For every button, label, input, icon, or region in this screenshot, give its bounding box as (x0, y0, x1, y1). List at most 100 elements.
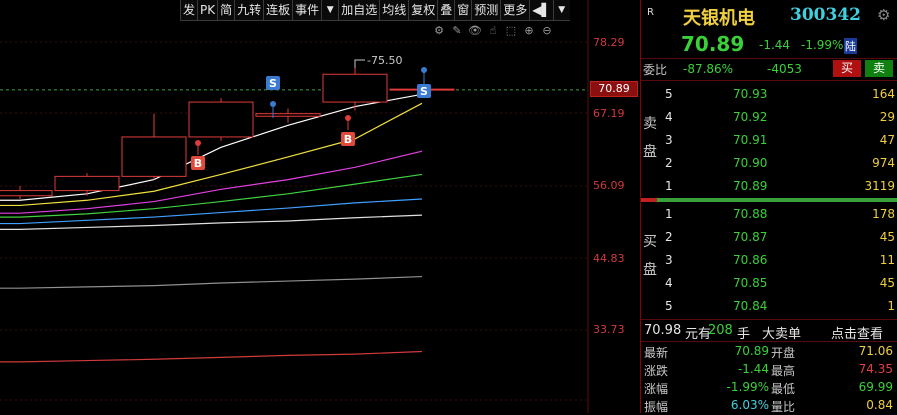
separator (641, 80, 897, 81)
tb-events-button[interactable]: 事件 (292, 0, 322, 21)
buy-button[interactable]: 买 (833, 60, 861, 77)
sell-marker-dot (421, 67, 427, 73)
sell-marker-dot (270, 101, 276, 107)
y-tick-label: 44.83 (593, 252, 625, 265)
y-tick-label: 67.19 (593, 107, 625, 120)
stat-value: 69.99 (858, 380, 893, 394)
gear-icon[interactable]: ⚙ (877, 6, 890, 24)
tb-ninturn-button[interactable]: 九转 (234, 0, 264, 21)
stat-label: 最低 (771, 382, 796, 396)
candle-body (255, 113, 321, 117)
zoom-out-icon[interactable]: ⊖ (540, 24, 554, 38)
buy-marker-label: B (344, 133, 352, 146)
bid-level-price: 70.84 (733, 299, 768, 313)
tb-collapse-icon[interactable]: ◀▌ (529, 0, 553, 21)
kline-plot[interactable]: -75.50 S S B B (0, 0, 640, 413)
tb-forecast-button[interactable]: 预测 (471, 0, 501, 21)
stat-label: 量比 (771, 400, 796, 414)
frame-icon[interactable]: ⬚ (504, 24, 518, 38)
buy-marker-dot (345, 115, 351, 121)
sell-button[interactable]: 卖 (865, 60, 893, 77)
tb-overlay-button[interactable]: 叠 (437, 0, 455, 21)
kline-chart[interactable]: -75.50 S S B B 发 PK 简 九转 连板 事件 ▼ 加自选 均线 复权 叠… (0, 0, 640, 413)
ratio-value: -87.86% (683, 62, 734, 76)
tb-fa-button[interactable]: 发 (180, 0, 198, 21)
ask-level-row[interactable]: 2 70.90 974 (641, 152, 897, 175)
tb-window-button[interactable]: 窗 (454, 0, 472, 21)
ask-level-row[interactable]: 3 70.91 47 (641, 129, 897, 152)
ask-level-quantity: 3119 (864, 179, 895, 193)
current-price-tag: 70.89 (590, 81, 638, 97)
ask-level-number: 3 (665, 133, 673, 147)
bid-level-row[interactable]: 3 70.86 11 (641, 249, 897, 272)
ratio-label: 委比 (643, 63, 668, 77)
bid-level-row[interactable]: 1 70.88 178 (641, 203, 897, 226)
bid-level-quantity: 45 (879, 230, 895, 244)
view-details-link[interactable]: 点击查看 (831, 323, 883, 342)
bid-level-number: 1 (665, 207, 673, 221)
stat-value: -1.44 (737, 362, 769, 376)
stat-label: 最高 (771, 364, 796, 378)
candle-body (121, 136, 187, 177)
moving-average-line (0, 275, 423, 289)
bid-level-row[interactable]: 2 70.87 45 (641, 226, 897, 249)
tb-streak-button[interactable]: 连板 (263, 0, 293, 21)
candle-body (322, 73, 388, 103)
stat-label: 振幅 (644, 400, 669, 414)
ask-level-quantity: 29 (879, 110, 895, 124)
market-tag: 陆 (844, 38, 857, 54)
candle-body (0, 190, 53, 197)
eye-icon[interactable]: 👁 (468, 24, 482, 38)
settings-icon[interactable]: ⚙ (432, 24, 446, 38)
buy-marker-dot (195, 140, 201, 146)
price-line: 70.89 -1.44 -1.99% 陆 (641, 32, 897, 56)
bid-level-number: 2 (665, 230, 673, 244)
stat-row: 涨幅 -1.99% 最低 69.99 (641, 379, 897, 397)
tb-more-button[interactable]: 更多 (500, 0, 530, 21)
sell-marker-label: S (420, 85, 428, 98)
tb-events-dropdown-icon[interactable]: ▼ (321, 0, 339, 21)
quote-panel: R 天银机电 300342 ⚙ 70.89 -1.44 -1.99% 陆 委比 … (641, 0, 897, 414)
stat-label: 最新 (644, 346, 669, 360)
tb-pk-button[interactable]: PK (197, 0, 218, 21)
tb-add-watchlist-button[interactable]: 加自选 (338, 0, 380, 21)
ask-level-number: 2 (665, 156, 673, 170)
bid-level-price: 70.88 (733, 207, 768, 221)
zoom-in-icon[interactable]: ⊕ (522, 24, 536, 38)
stat-label: 涨幅 (644, 382, 669, 396)
ask-level-price: 70.93 (733, 87, 768, 101)
bid-level-row[interactable]: 4 70.85 45 (641, 272, 897, 295)
ask-level-row[interactable]: 1 70.89 3119 (641, 175, 897, 198)
high-annotation-label: -75.50 (367, 54, 402, 67)
quote-header: R 天银机电 300342 ⚙ (641, 0, 897, 30)
bid-ask-ratio-row: 委比 -87.86% -4053 买 卖 (641, 59, 897, 79)
hand-icon[interactable]: ☝ (486, 24, 500, 38)
high-annotation-line (354, 59, 365, 69)
chart-toolbar: 发 PK 简 九转 连板 事件 ▼ 加自选 均线 复权 叠 窗 预测 更多 ◀▌… (180, 0, 570, 21)
sell-marker-label: S (269, 77, 277, 90)
stat-value: -1.99% (726, 380, 769, 394)
tb-collapse-dropdown-icon[interactable]: ▼ (552, 0, 570, 21)
ask-level-number: 4 (665, 110, 673, 124)
tb-simple-button[interactable]: 简 (217, 0, 235, 21)
ask-level-number: 1 (665, 179, 673, 193)
ask-level-row[interactable]: 4 70.92 29 (641, 106, 897, 129)
price-change: -1.44 (759, 38, 791, 52)
ask-level-price: 70.89 (733, 179, 768, 193)
trade-volume: 208 (708, 323, 733, 338)
tb-adjust-button[interactable]: 复权 (408, 0, 438, 21)
ask-level-price: 70.92 (733, 110, 768, 124)
stat-row: 最新 70.89 开盘 71.06 (641, 343, 897, 361)
ask-level-price: 70.91 (733, 133, 768, 147)
ask-level-quantity: 164 (872, 87, 895, 101)
trade-volume-unit: 手 (737, 327, 751, 342)
tb-ma-button[interactable]: 均线 (379, 0, 409, 21)
bid-level-number: 4 (665, 276, 673, 290)
bid-level-number: 5 (665, 299, 673, 313)
stock-code: 300342 (790, 5, 861, 25)
draw-pen-icon[interactable]: ✎ (450, 24, 464, 38)
bid-level-row[interactable]: 5 70.84 1 (641, 295, 897, 318)
ask-level-row[interactable]: 5 70.93 164 (641, 83, 897, 106)
big-sell-label: 大卖单 (762, 327, 802, 342)
buy-marker-label: B (194, 157, 202, 170)
